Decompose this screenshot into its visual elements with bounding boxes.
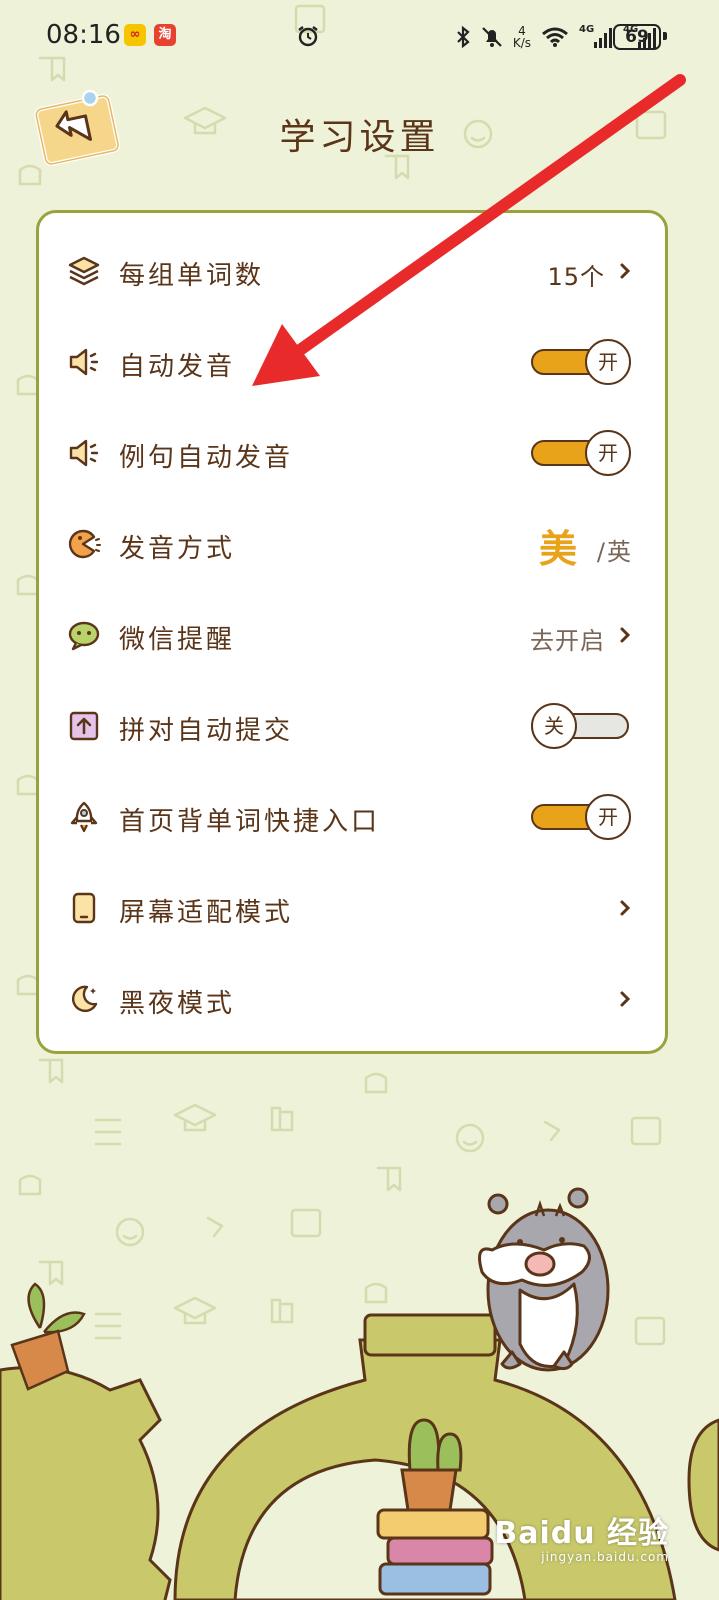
setting-words-per-group[interactable]: 每组单词数 15个 (39, 225, 665, 317)
setting-auto-pronounce: 自动发音 开 (39, 316, 665, 408)
setting-dark-mode[interactable]: 黑夜模式 (39, 953, 665, 1045)
mute-bell-icon (482, 27, 502, 47)
setting-pronunciation-mode: 发音方式 美 /英 (39, 498, 665, 590)
network-speed: 4 K/s (513, 25, 531, 49)
toggle-knob: 关 (531, 703, 577, 749)
setting-screen-fit[interactable]: 屏幕适配模式 (39, 862, 665, 954)
toggle-knob: 开 (585, 339, 631, 385)
pronunciation-uk-label: 英 (607, 538, 631, 566)
pronunciation-us-option[interactable]: 美 (539, 518, 577, 573)
watermark-brand: Baidu 经验 (494, 1516, 669, 1551)
screen-fit-label: 屏幕适配模式 (119, 898, 294, 928)
layers-icon (68, 256, 100, 286)
battery-tip (663, 32, 667, 40)
pronunciation-mode-label: 发音方式 (119, 534, 236, 564)
pairing-auto-submit-label: 拼对自动提交 (119, 716, 294, 746)
taobao-notification-icon: 淘 (154, 24, 176, 46)
dark-mode-label: 黑夜模式 (119, 989, 236, 1019)
wechat-reminder-label: 微信提醒 (119, 625, 236, 655)
battery-indicator: 69 (613, 24, 661, 50)
cellular-signal-1: 4G (579, 24, 613, 50)
signal-bars-icon (594, 28, 612, 48)
wechat-reminder-value: 去开启 (530, 627, 605, 655)
status-bar: 08:16 ∞ 淘 4 K/s 4G 4G 69 (0, 0, 719, 72)
speaker-icon (69, 348, 99, 376)
toggle-knob: 开 (585, 794, 631, 840)
auto-pronounce-toggle[interactable]: 开 (531, 339, 631, 385)
network-speed-unit: K/s (512, 36, 531, 50)
home-shortcut-label: 首页背单词快捷入口 (119, 807, 381, 837)
auto-pronounce-label: 自动发音 (119, 352, 236, 382)
alarm-icon (298, 26, 318, 47)
setting-example-auto-pronounce: 例句自动发音 开 (39, 407, 665, 499)
moon-icon (72, 985, 98, 1013)
example-auto-pronounce-label: 例句自动发音 (119, 443, 294, 473)
setting-wechat-reminder[interactable]: 微信提醒 去开启 (39, 589, 665, 681)
speaker-icon (69, 439, 99, 467)
app-notification-icon: ∞ (124, 24, 146, 46)
wifi-icon (542, 27, 568, 47)
bluetooth-icon (457, 25, 470, 49)
chevron-right-icon (620, 900, 631, 916)
chevron-right-icon (620, 627, 631, 643)
chevron-right-icon (620, 991, 631, 1007)
rocket-icon (70, 801, 98, 833)
home-shortcut-toggle[interactable]: 开 (531, 794, 631, 840)
status-time: 08:16 (46, 20, 121, 50)
baidu-watermark: Baidu 经验 jingyan.baidu.com (494, 1508, 669, 1564)
upload-icon (69, 711, 99, 741)
setting-pairing-auto-submit: 拼对自动提交 关 (39, 680, 665, 772)
tablet-icon (72, 892, 96, 924)
words-per-group-value: 15个 (547, 263, 605, 291)
pairing-auto-submit-toggle[interactable]: 关 (531, 703, 631, 749)
page-title: 学习设置 (279, 117, 440, 158)
wechat-icon (68, 621, 100, 651)
watermark-url: jingyan.baidu.com (541, 1550, 669, 1564)
setting-home-shortcut: 首页背单词快捷入口 开 (39, 771, 665, 863)
chevron-right-icon (620, 263, 631, 279)
settings-card: 每组单词数 15个 自动发音 开 例句自动发音 开 发音方式 美 /英 微信提醒… (36, 210, 668, 1054)
pronunciation-icon (68, 529, 101, 559)
toggle-knob: 开 (585, 430, 631, 476)
signal-1-label: 4G (579, 24, 595, 35)
example-auto-pronounce-toggle[interactable]: 开 (531, 430, 631, 476)
pronunciation-uk-option[interactable]: /英 (597, 532, 631, 567)
words-per-group-label: 每组单词数 (119, 261, 265, 291)
